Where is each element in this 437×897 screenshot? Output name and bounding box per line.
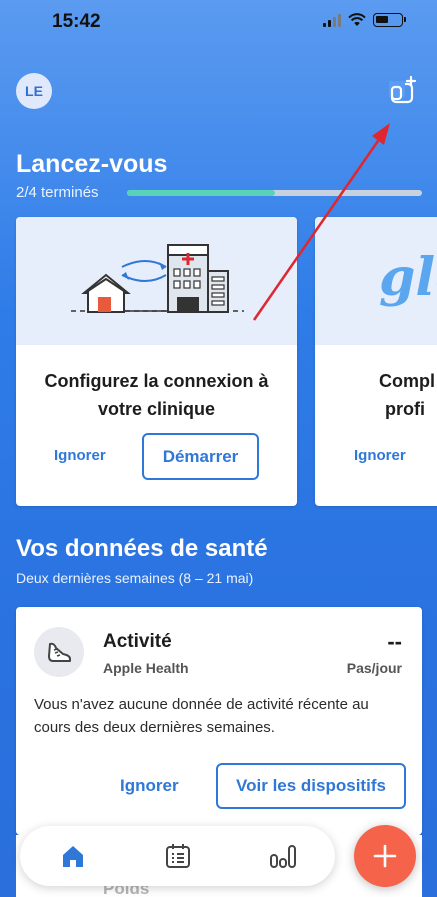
progress-bar bbox=[127, 190, 422, 196]
app-screen: 15:42 LE Lancez-vous 2/4 terminés Config… bbox=[0, 0, 437, 897]
activity-title: Activité bbox=[103, 631, 172, 652]
plus-icon bbox=[373, 844, 397, 868]
card-title: Compl profi bbox=[379, 367, 437, 423]
skip-button[interactable]: Ignorer bbox=[354, 447, 406, 464]
view-devices-button[interactable]: Voir les dispositifs bbox=[216, 763, 406, 809]
avatar[interactable]: LE bbox=[16, 73, 52, 109]
signal-icon bbox=[323, 13, 341, 27]
activity-source: Apple Health bbox=[103, 660, 189, 676]
card-title-line1: Configurez la connexion à bbox=[44, 371, 269, 391]
complete-profile-card[interactable]: glo Compl profi Ignorer bbox=[315, 217, 437, 506]
status-time: 15:42 bbox=[52, 11, 101, 32]
card-title-line2: profi bbox=[385, 399, 425, 419]
wifi-icon bbox=[348, 13, 366, 26]
card-title: Configurez la connexion à votre clinique bbox=[16, 367, 297, 423]
glo-logo-text: glo bbox=[379, 247, 437, 308]
progress-label: 2/4 terminés bbox=[16, 184, 99, 201]
home-icon[interactable] bbox=[57, 840, 89, 872]
chart-icon[interactable] bbox=[267, 840, 299, 872]
tab-bar bbox=[20, 826, 335, 886]
health-subtitle: Deux dernières semaines (8 – 21 mai) bbox=[16, 570, 254, 586]
battery-icon bbox=[373, 13, 406, 27]
health-title: Vos données de santé bbox=[16, 535, 268, 562]
clinic-illustration bbox=[16, 217, 297, 345]
shoe-icon bbox=[34, 627, 84, 677]
profile-illustration: glo bbox=[315, 217, 437, 345]
card-title-line1: Compl bbox=[379, 371, 435, 391]
card-title-line2: votre clinique bbox=[97, 399, 216, 419]
add-device-icon[interactable] bbox=[387, 74, 419, 106]
status-icons bbox=[323, 13, 406, 27]
activity-unit: Pas/jour bbox=[346, 660, 402, 676]
progress-fill bbox=[127, 190, 275, 196]
skip-button[interactable]: Ignorer bbox=[54, 447, 106, 464]
start-button[interactable]: Démarrer bbox=[142, 433, 259, 480]
launch-title: Lancez-vous bbox=[16, 150, 168, 178]
house-hospital-icon bbox=[71, 244, 244, 313]
skip-button[interactable]: Ignorer bbox=[120, 776, 179, 796]
calendar-list-icon[interactable] bbox=[162, 840, 194, 872]
setup-clinic-card[interactable]: Configurez la connexion à votre clinique… bbox=[16, 217, 297, 506]
add-button[interactable] bbox=[354, 825, 416, 887]
activity-card[interactable]: Activité Apple Health -- Pas/jour Vous n… bbox=[16, 607, 422, 835]
activity-message: Vous n'avez aucune donnée de activité ré… bbox=[34, 696, 369, 736]
activity-value: -- bbox=[387, 629, 402, 654]
status-bar: 15:42 bbox=[0, 0, 437, 44]
